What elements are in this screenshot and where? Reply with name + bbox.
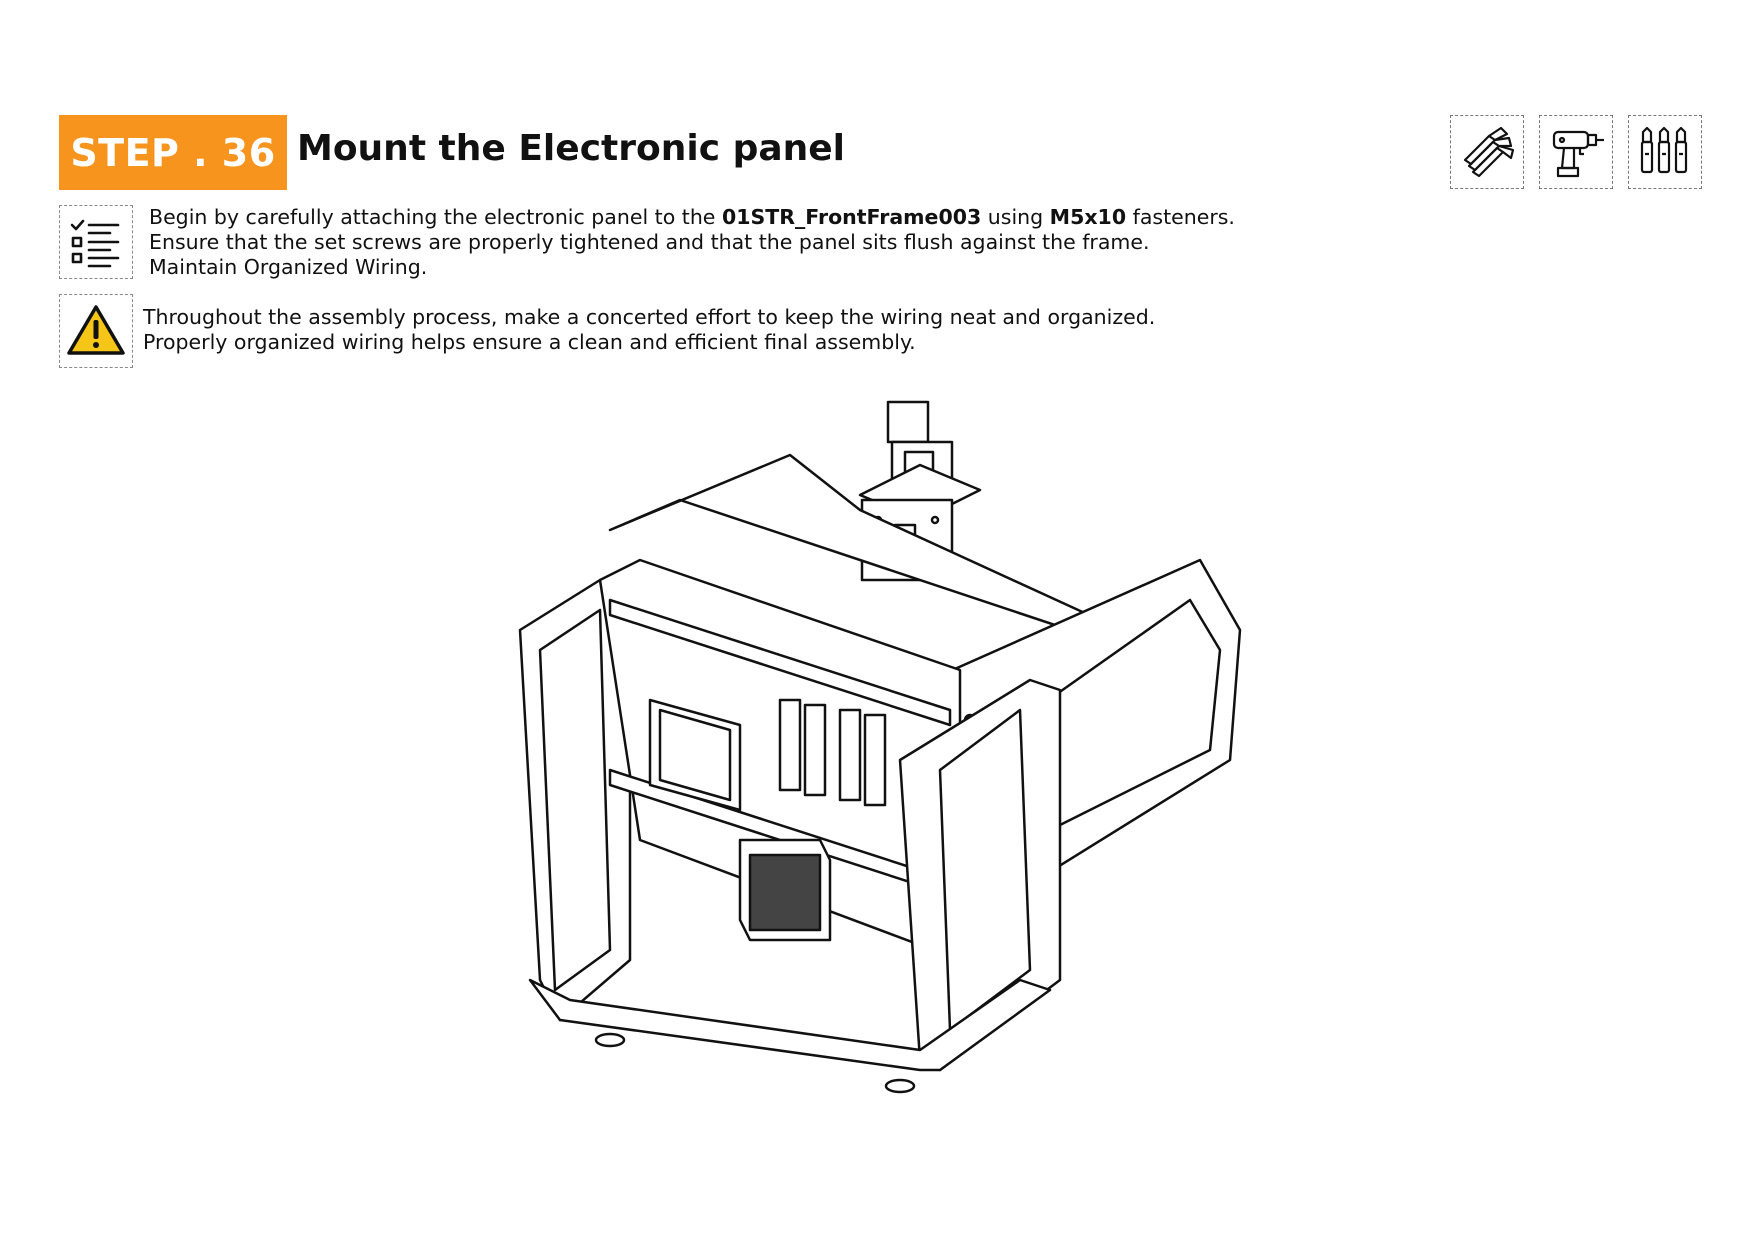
instruction-line-1-post: fasteners. (1126, 205, 1235, 229)
warning-line-2: Properly organized wiring helps ensure a… (143, 330, 916, 354)
warning-text: Throughout the assembly process, make a … (143, 305, 1155, 355)
hex-key-set-icon (1450, 115, 1524, 189)
instruction-line-1: Begin by carefully attaching the electro… (149, 205, 1235, 230)
instruction-line-2: Ensure that the set screws are properly … (149, 230, 1150, 254)
warning-icon (59, 294, 133, 368)
screwdriver-bits-icon (1628, 115, 1702, 189)
foot (594, 1032, 626, 1048)
fastener-name: M5x10 (1049, 205, 1127, 229)
foot (884, 1078, 916, 1094)
checklist-icon (59, 205, 133, 279)
step-badge: STEP . 36 (59, 115, 287, 190)
instruction-line-1-pre: Begin by carefully attaching the electro… (149, 205, 722, 229)
warning-line-1: Throughout the assembly process, make a … (143, 305, 1156, 329)
instruction-text: Begin by carefully attaching the electro… (149, 205, 1235, 280)
instruction-line-3: Maintain Organized Wiring. (149, 255, 428, 279)
step-title: Mount the Electronic panel (297, 128, 846, 169)
part-name: 01STR_FrontFrame003 (721, 205, 982, 229)
instruction-line-1-mid: using (981, 205, 1050, 229)
power-drill-icon (1539, 115, 1613, 189)
assembly-illustration (518, 400, 1242, 1094)
